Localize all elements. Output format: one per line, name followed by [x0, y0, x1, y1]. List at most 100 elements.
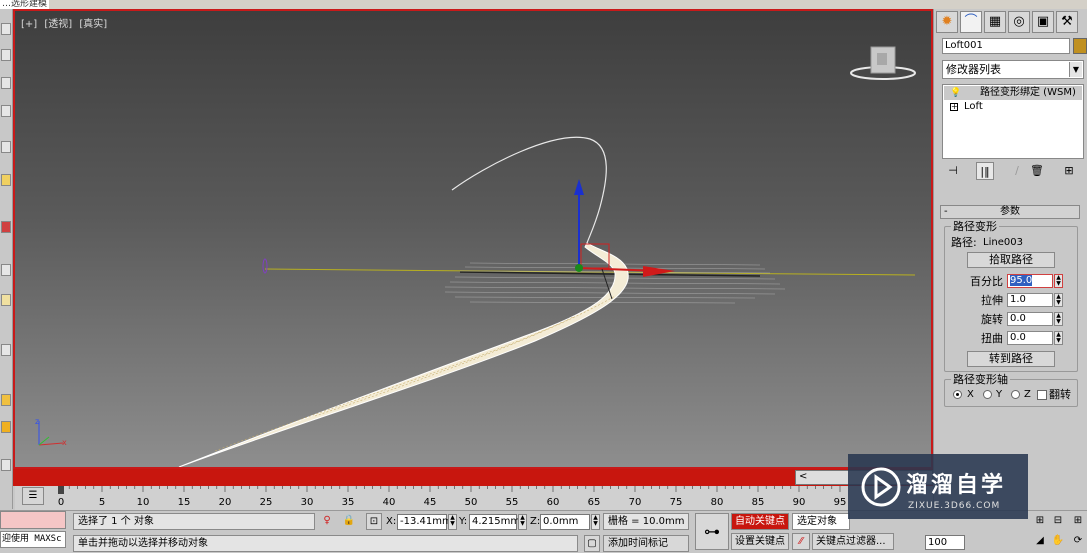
z-coord-spinner[interactable]: ▲ ▼ [591, 514, 600, 530]
perspective-viewport[interactable]: [+] [透视] [真实] z x [13, 9, 933, 469]
bend-tool-icon[interactable] [1, 344, 11, 356]
time-tag-icon[interactable]: ▢ [584, 535, 600, 552]
stretch-field[interactable]: 1.0 [1007, 293, 1053, 307]
stretch-label: 拉伸 [981, 294, 1003, 307]
utilities-icon[interactable]: ⚒ [1056, 11, 1078, 33]
auto-key-button[interactable]: 自动关键点 [731, 513, 789, 530]
svg-text:z: z [35, 417, 39, 426]
stack-item-label: Loft [964, 101, 983, 112]
show-end-result-icon[interactable]: |‖ [976, 162, 994, 180]
path-spline [451, 136, 607, 244]
remove-modifier-icon[interactable]: 🗑 [1028, 162, 1046, 180]
current-frame-marker [58, 486, 64, 494]
object-color-swatch[interactable] [1073, 38, 1087, 54]
absolute-mode-icon[interactable]: ⊡ [366, 513, 382, 530]
watermark-title: 溜溜自学 [906, 473, 1007, 498]
key-mode-selected-object[interactable]: 选定对象 [792, 513, 850, 530]
expand-icon[interactable]: + [950, 103, 958, 111]
y-coord-field[interactable]: 4.215mm [469, 514, 520, 530]
zoom-region-icon[interactable]: ⊞ [1070, 513, 1086, 529]
set-key-icon[interactable]: ⊶ [695, 513, 729, 550]
rotate-label: 旋转 [981, 313, 1003, 326]
chevron-down-icon[interactable]: ▼ [1069, 62, 1082, 77]
pin-stack-icon[interactable]: ⊣ [944, 162, 962, 180]
modify-icon[interactable]: ⌒ [960, 11, 982, 33]
rotate-tool-icon[interactable] [1, 77, 11, 89]
z-coord-field[interactable]: 0.0mm [540, 514, 590, 530]
modifier-stack[interactable]: 💡 路径变形绑定 (WSM) + Loft [942, 84, 1084, 159]
twist-field[interactable]: 0.0 [1007, 331, 1053, 345]
orbit-icon[interactable]: ⟳ [1070, 533, 1086, 549]
maxscript-listener-top[interactable] [0, 511, 66, 529]
axis-y-radio[interactable] [983, 390, 992, 399]
scale-tool-icon[interactable] [1, 105, 11, 117]
create-icon[interactable]: ✹ [936, 11, 958, 33]
shape-tool-icon[interactable] [1, 264, 11, 276]
stretch-spinner[interactable]: ▲ ▼ [1054, 293, 1063, 307]
flip-checkbox[interactable] [1037, 390, 1047, 400]
modifier-list-label: 修改器列表 [946, 63, 1001, 76]
lock-selection-icon[interactable]: 🔒 [342, 513, 356, 530]
ruler-tick-label: 25 [260, 497, 273, 508]
isolate-icon[interactable]: ♀ [320, 513, 334, 530]
pan-icon[interactable]: ✋ [1050, 533, 1066, 549]
rotate-field[interactable]: 0.0 [1007, 312, 1053, 326]
y-coord-spinner[interactable]: ▲ ▼ [518, 514, 527, 530]
ruler-tick-label: 0 [58, 497, 64, 508]
hierarchy-icon[interactable]: ▦ [984, 11, 1006, 33]
stack-item-loft[interactable]: + Loft [944, 100, 1082, 114]
ruler-tick-label: 55 [506, 497, 519, 508]
path-deform-group: 路径变形 路径: Line003 拾取路径 百分比 95.0 ▲ ▼ 拉伸 1.0… [944, 221, 1078, 372]
ruler-tick-label: 35 [342, 497, 355, 508]
rotate-spinner[interactable]: ▲ ▼ [1054, 312, 1063, 326]
viewport-navigation: ⊞ ⊟ ⊞ ◢ ✋ ⟳ [1030, 510, 1087, 553]
timeline-ruler[interactable]: 0 5 10 15 20 25 30 35 40 45 50 55 60 65 70 75 80 85 90 95 [15, 486, 935, 510]
axis-z-radio[interactable] [1011, 390, 1020, 399]
stack-item-pathdeform[interactable]: 💡 路径变形绑定 (WSM) [944, 86, 1082, 100]
zoom-all-icon[interactable]: ⊟ [1050, 513, 1066, 529]
display-icon[interactable]: ▣ [1032, 11, 1054, 33]
rollout-title: 参数 [1000, 206, 1020, 217]
configure-sets-icon[interactable]: ⊞ [1060, 162, 1078, 180]
frame-field[interactable]: 100 [925, 535, 965, 550]
set-key-button[interactable]: 设置关键点 [731, 533, 789, 550]
add-time-tag[interactable]: 添加时间标记 [603, 535, 689, 552]
x-coord-field[interactable]: -13.41mm [397, 514, 452, 530]
pick-path-button[interactable]: 拾取路径 [967, 252, 1055, 268]
z-coord-label: Z: [530, 516, 541, 527]
twist-spinner[interactable]: ▲ ▼ [1054, 331, 1063, 345]
move-to-path-button[interactable]: 转到路径 [967, 351, 1055, 367]
gizmo-center [575, 264, 583, 272]
key-filters-icon[interactable]: ⁄⁄ [792, 533, 810, 550]
light-tool-icon[interactable] [1, 174, 11, 186]
field-of-view-icon[interactable]: ◢ [1032, 533, 1048, 549]
render-tool-icon[interactable] [1, 459, 11, 471]
percent-spinner[interactable]: ▲ ▼ [1054, 274, 1063, 288]
percent-field[interactable]: 95.0 [1007, 274, 1053, 288]
curve-editor-button[interactable]: ☰ [22, 487, 44, 505]
key-filters-button[interactable]: 关键点过滤器... [812, 533, 894, 550]
select-tool-icon[interactable] [1, 23, 11, 35]
move-tool-icon[interactable] [1, 49, 11, 61]
x-coord-spinner[interactable]: ▲ ▼ [448, 514, 457, 530]
maxscript-listener[interactable]: 迎使用 MAXSc [0, 531, 66, 548]
bulb-icon[interactable]: 💡 [950, 86, 961, 100]
sphere-tool-icon[interactable] [1, 294, 11, 306]
ruler-tick-label: 5 [99, 497, 105, 508]
material-tool-icon[interactable] [1, 421, 11, 433]
ruler-tick-label: 65 [588, 497, 601, 508]
axis-x-radio[interactable] [953, 390, 962, 399]
motion-icon[interactable]: ◎ [1008, 11, 1030, 33]
deform-axis-group: 路径变形轴 X Y Z 翻转 [944, 374, 1078, 407]
snap-tool-icon[interactable] [1, 141, 11, 153]
rollout-header[interactable]: - 参数 [940, 205, 1080, 219]
grid-size: 栅格 = 10.0mm [603, 513, 689, 530]
modifier-list-dropdown[interactable]: 修改器列表 ▼ [942, 60, 1084, 79]
zoom-extents-icon[interactable]: ⊞ [1032, 513, 1048, 529]
sun-tool-icon[interactable] [1, 394, 11, 406]
collapse-icon[interactable]: - [944, 206, 948, 218]
object-name-field[interactable]: Loft001 [942, 38, 1070, 54]
time-slider-prev[interactable]: < [799, 471, 807, 482]
text-tool-icon[interactable] [1, 221, 11, 233]
make-unique-icon[interactable]: ∕ [1008, 162, 1026, 180]
